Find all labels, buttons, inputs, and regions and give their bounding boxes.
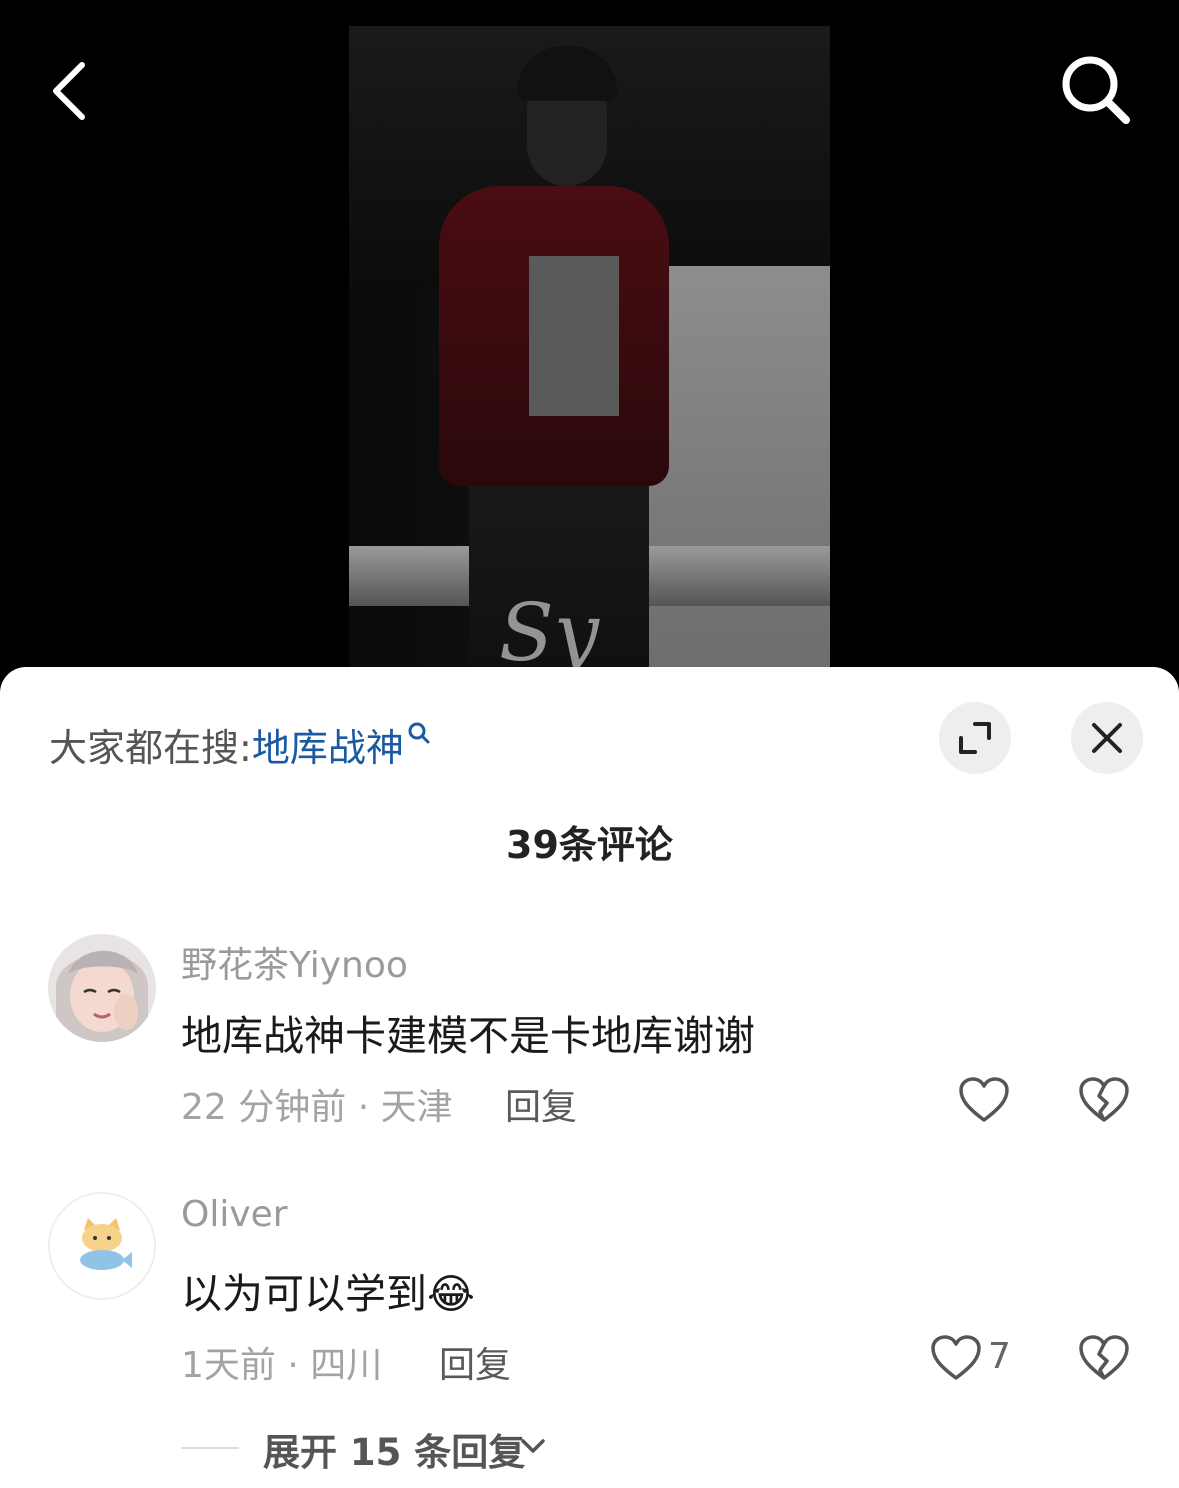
trending-search[interactable]: 大家都在搜:地库战神 [49, 717, 432, 772]
expand-replies-label: 展开 15 条回复 [263, 1431, 526, 1474]
heart-icon [931, 1335, 981, 1380]
like-button[interactable] [958, 1076, 1010, 1124]
trending-prefix: 大家都在搜: [49, 726, 252, 770]
close-icon [1092, 723, 1122, 753]
heart-icon [959, 1077, 1009, 1122]
close-button[interactable] [1071, 702, 1143, 774]
like-button[interactable] [930, 1334, 982, 1382]
search-button[interactable] [1058, 52, 1134, 128]
avatar-image [48, 934, 156, 1042]
video-watermark: Sy [499, 586, 599, 676]
expand-icon [959, 722, 991, 754]
comments-sheet: 大家都在搜:地库战神 39条评论 野花茶Yiynoo 地库战神卡建模不是卡地库谢… [0, 667, 1179, 1488]
broken-heart-icon [1079, 1335, 1129, 1380]
search-small-icon [406, 713, 432, 757]
back-button[interactable] [40, 55, 104, 127]
comment-text: 以为可以学到 [181, 1270, 427, 1318]
comment-username[interactable]: Oliver [181, 1194, 288, 1235]
comment-time-location: 1天前 · 四川 [181, 1345, 383, 1386]
chevron-left-icon [53, 62, 85, 120]
search-icon [1062, 56, 1130, 124]
avatar[interactable] [48, 934, 156, 1042]
video-car-door [649, 266, 830, 676]
laughing-emoji-icon: 😂 [427, 1270, 475, 1318]
dislike-button[interactable] [1078, 1076, 1130, 1124]
broken-heart-icon [1079, 1077, 1129, 1122]
chevron-down-icon [521, 1439, 545, 1453]
reply-button[interactable]: 回复 [505, 1078, 577, 1130]
video-player[interactable]: Sy [349, 26, 830, 676]
video-person-shirt [529, 256, 619, 416]
avatar[interactable] [48, 1192, 156, 1300]
comment-count-title: 39条评论 [506, 823, 673, 867]
comment-text: 地库战神卡建模不是卡地库谢谢 [181, 1012, 755, 1060]
avatar-image [50, 1194, 154, 1298]
trending-keyword[interactable]: 地库战神 [252, 726, 404, 770]
expand-button[interactable] [939, 702, 1011, 774]
dislike-button[interactable] [1078, 1334, 1130, 1382]
comment-username[interactable]: 野花茶Yiynoo [181, 936, 408, 988]
comment-time-location: 22 分钟前 · 天津 [181, 1087, 453, 1128]
reply-button[interactable]: 回复 [439, 1336, 511, 1388]
video-area: Sy [0, 0, 1179, 700]
comment-text-row: 以为可以学到😂 [181, 1260, 475, 1320]
divider-line [181, 1447, 239, 1449]
like-count: 7 [988, 1336, 1011, 1377]
